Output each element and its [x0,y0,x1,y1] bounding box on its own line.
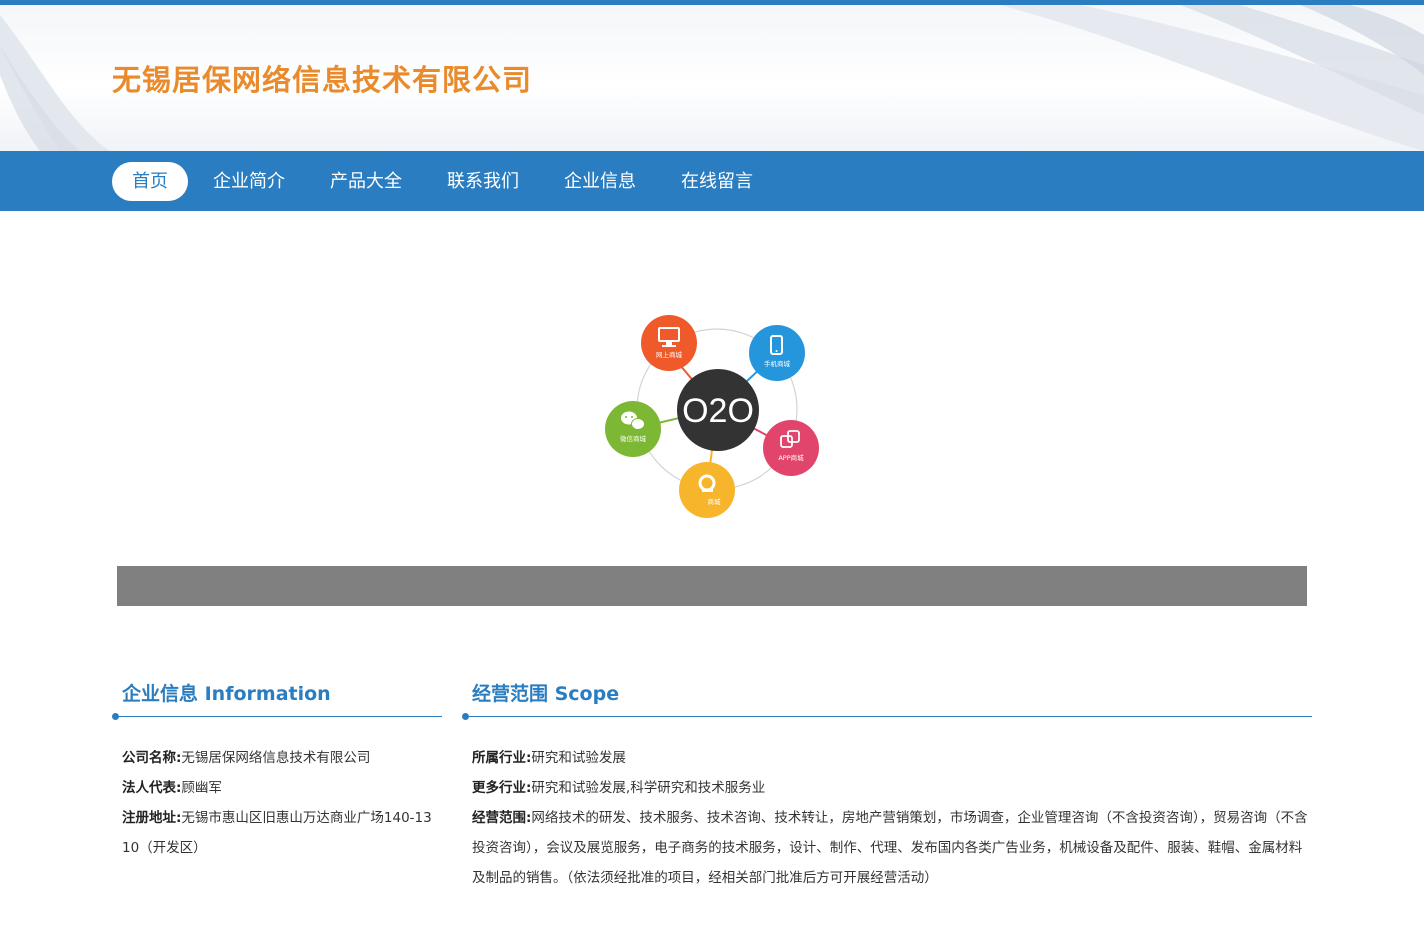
node-app-store: APP商城 [763,420,819,476]
scope-section-title: 经营范围 Scope [472,683,620,705]
business-scope-value: 网络技术的研发、技术服务、技术咨询、技术转让，房地产营销策划，市场调查，企业管理… [472,810,1308,886]
more-industry-label: 更多行业: [472,780,532,796]
info-section-divider [115,716,442,717]
nav-item-about[interactable]: 企业简介 [205,162,293,201]
info-section-title: 企业信息 Information [122,683,331,705]
legal-rep-label: 法人代表: [122,780,182,796]
node-store: 商城 [679,462,735,518]
industry-row: 所属行业:研究和试验发展 [472,743,1312,773]
site-title[interactable]: 无锡居保网络信息技术有限公司 [112,57,532,99]
nav-item-contact[interactable]: 联系我们 [439,162,527,201]
nav-item-products[interactable]: 产品大全 [322,162,410,201]
nav-item-message[interactable]: 在线留言 [673,162,761,201]
gray-banner-bar [117,566,1307,606]
node-label: APP商城 [778,453,804,462]
company-name-label: 公司名称: [122,750,182,766]
node-label: 网上商城 [656,350,683,359]
main-nav: 首页 企业简介 产品大全 联系我们 企业信息 在线留言 [0,151,1424,211]
address-row: 注册地址:无锡市惠山区旧惠山万达商业广场140-1310（开发区） [122,803,438,863]
legal-rep-row: 法人代表:顾幽军 [122,773,442,803]
node-label: 商城 [708,497,722,506]
info-divider-dot [112,713,119,720]
business-scope-label: 经营范围: [472,810,532,826]
nav-item-home[interactable]: 首页 [112,162,188,201]
node-online-store: 网上商城 [641,315,697,371]
company-name-row: 公司名称:无锡居保网络信息技术有限公司 [122,743,442,773]
company-name-value: 无锡居保网络信息技术有限公司 [181,750,371,766]
scope-divider-dot [462,713,469,720]
site-header: 无锡居保网络信息技术有限公司 [0,5,1424,151]
address-label: 注册地址: [122,810,182,826]
scope-section-divider [465,716,1312,717]
more-industry-row: 更多行业:研究和试验发展,科学研究和技术服务业 [472,773,1312,803]
nav-item-company-info[interactable]: 企业信息 [556,162,644,201]
node-wechat-store: 微信商城 [605,401,661,457]
legal-rep-value: 顾幽军 [181,780,222,796]
o2o-banner-graphic: O2O 网上商城 手机商城 APP商城 商城 微信商城 [605,315,819,518]
node-label: 手机商城 [764,359,791,368]
more-industry-value: 研究和试验发展,科学研究和技术服务业 [531,780,766,796]
industry-value: 研究和试验发展 [531,750,626,766]
node-label: 微信商城 [620,434,647,443]
node-mobile-store: 手机商城 [749,325,805,381]
business-scope-row: 经营范围:网络技术的研发、技术服务、技术咨询、技术转让，房地产营销策划，市场调查… [472,803,1312,893]
industry-label: 所属行业: [472,750,532,766]
o2o-center-label: O2O [682,392,754,430]
